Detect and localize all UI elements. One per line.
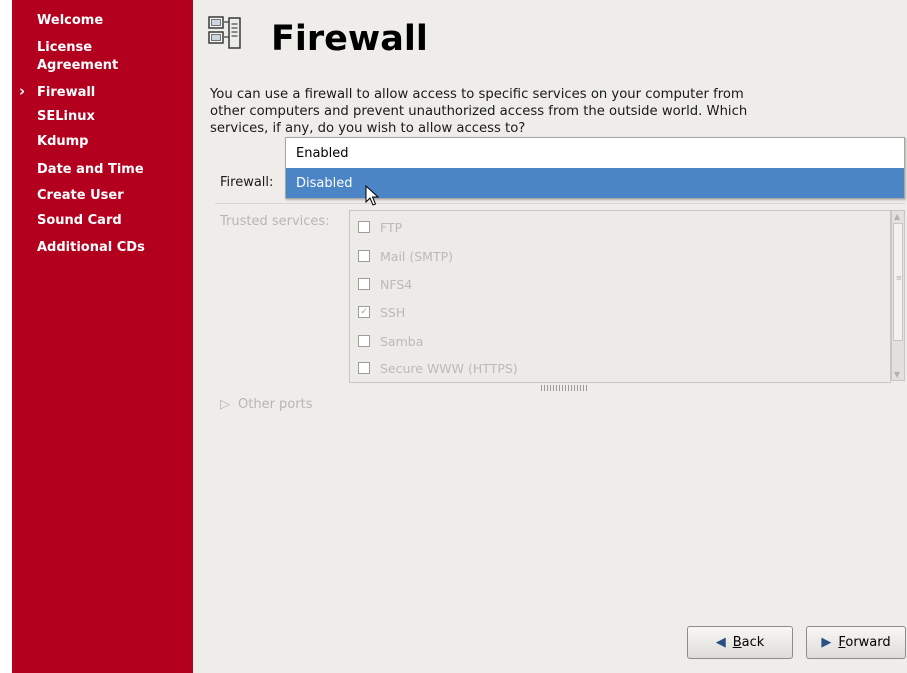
grip-icon: ≡ xyxy=(896,274,902,282)
service-checkbox[interactable] xyxy=(358,250,370,262)
back-button[interactable]: ◀ Back xyxy=(687,626,793,659)
sidebar-item-kdump[interactable]: Kdump xyxy=(37,133,89,150)
main-panel: Firewall You can use a firewall to allow… xyxy=(193,0,907,673)
firewall-option-enabled[interactable]: Enabled xyxy=(286,138,904,168)
service-label: FTP xyxy=(380,219,403,235)
service-label: Samba xyxy=(380,333,424,349)
scroll-up-icon[interactable]: ▲ xyxy=(894,212,900,221)
service-row-https[interactable]: Secure WWW (HTTPS) xyxy=(358,357,518,379)
service-row-ssh[interactable]: ✓ SSH xyxy=(358,301,405,323)
expander-triangle-icon: ▷ xyxy=(220,397,230,412)
trusted-services-label: Trusted services: xyxy=(220,214,330,229)
service-checkbox[interactable] xyxy=(358,362,370,374)
service-row-mail-smtp[interactable]: Mail (SMTP) xyxy=(358,245,453,267)
other-ports-expander[interactable]: ▷ Other ports xyxy=(220,397,312,412)
service-row-samba[interactable]: Samba xyxy=(358,330,423,352)
service-row-nfs4[interactable]: NFS4 xyxy=(358,273,412,295)
service-label: Secure WWW (HTTPS) xyxy=(380,360,518,376)
sidebar-item-selinux[interactable]: SELinux xyxy=(37,108,95,125)
service-label: Mail (SMTP) xyxy=(380,248,454,264)
scroll-down-icon[interactable]: ▼ xyxy=(894,370,900,379)
forward-arrow-icon: ▶ xyxy=(821,635,832,650)
sidebar-item-welcome[interactable]: Welcome xyxy=(37,12,103,29)
services-scrollbar[interactable]: ▲ ≡ ▼ xyxy=(891,210,905,381)
page-title: Firewall xyxy=(271,19,428,59)
resize-handle[interactable] xyxy=(541,385,587,391)
forward-button-label: Forward xyxy=(838,635,891,650)
trusted-services-list: FTP Mail (SMTP) NFS4 ✓ SSH Samba Secure … xyxy=(349,210,891,383)
service-checkbox-checked[interactable]: ✓ xyxy=(358,306,370,318)
sidebar-item-firewall[interactable]: Firewall xyxy=(19,83,95,101)
separator xyxy=(215,203,905,204)
intro-text: You can use a firewall to allow access t… xyxy=(210,87,748,136)
service-label: SSH xyxy=(380,304,406,320)
other-ports-label: Other ports xyxy=(238,397,313,412)
scrollbar-thumb[interactable]: ≡ xyxy=(893,223,903,341)
firewall-computers-icon xyxy=(208,16,241,49)
service-checkbox[interactable] xyxy=(358,335,370,347)
service-label: NFS4 xyxy=(380,276,413,292)
mouse-pointer-icon xyxy=(365,185,379,206)
firewall-label: Firewall: xyxy=(220,175,274,190)
sidebar-steps: Welcome License Agreement Firewall SELin… xyxy=(12,0,193,673)
sidebar-item-agreement[interactable]: Agreement xyxy=(37,57,118,74)
service-checkbox[interactable] xyxy=(358,221,370,233)
sidebar-item-additional-cds[interactable]: Additional CDs xyxy=(37,239,145,256)
sidebar-item-license[interactable]: License xyxy=(37,39,92,56)
back-button-label: Back xyxy=(732,635,765,650)
service-checkbox[interactable] xyxy=(358,278,370,290)
sidebar-item-date-and-time[interactable]: Date and Time xyxy=(37,161,144,178)
forward-button[interactable]: ▶ Forward xyxy=(806,626,906,659)
back-arrow-icon: ◀ xyxy=(715,635,726,650)
service-row-ftp[interactable]: FTP xyxy=(358,216,402,238)
sidebar-item-sound-card[interactable]: Sound Card xyxy=(37,212,122,229)
sidebar-item-create-user[interactable]: Create User xyxy=(37,187,124,204)
